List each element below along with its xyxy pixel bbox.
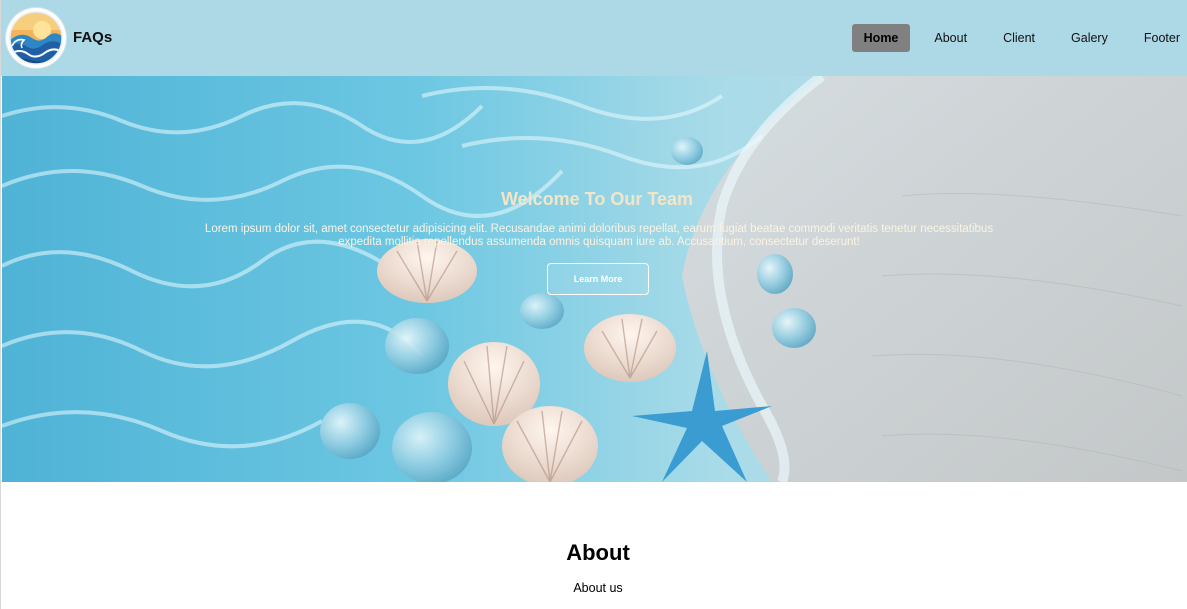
about-heading: About (566, 540, 630, 565)
nav-home[interactable]: Home (851, 24, 911, 52)
wave-logo-icon (8, 10, 64, 66)
navbar: FAQs Home About Client Galery Footer (1, 0, 1187, 76)
learn-more-button[interactable]: Learn More (547, 263, 649, 295)
page: FAQs Home About Client Galery Footer Wel… (0, 0, 1187, 609)
nav-footer[interactable]: Footer (1132, 24, 1187, 52)
hero-title: Welcome To Our Team (500, 189, 694, 209)
nav-galery[interactable]: Galery (1059, 24, 1120, 52)
nav-client[interactable]: Client (991, 24, 1047, 52)
hero-section: Welcome To Our Team Lorem ipsum dolor si… (2, 76, 1187, 482)
nav-links: Home About Client Galery Footer (840, 24, 1187, 52)
brand-title: FAQs (73, 29, 113, 46)
about-subtitle: About us (573, 581, 623, 595)
nav-about[interactable]: About (922, 24, 979, 52)
hero-description: Lorem ipsum dolor sit, amet consectetur … (204, 223, 994, 248)
logo[interactable] (6, 8, 66, 68)
